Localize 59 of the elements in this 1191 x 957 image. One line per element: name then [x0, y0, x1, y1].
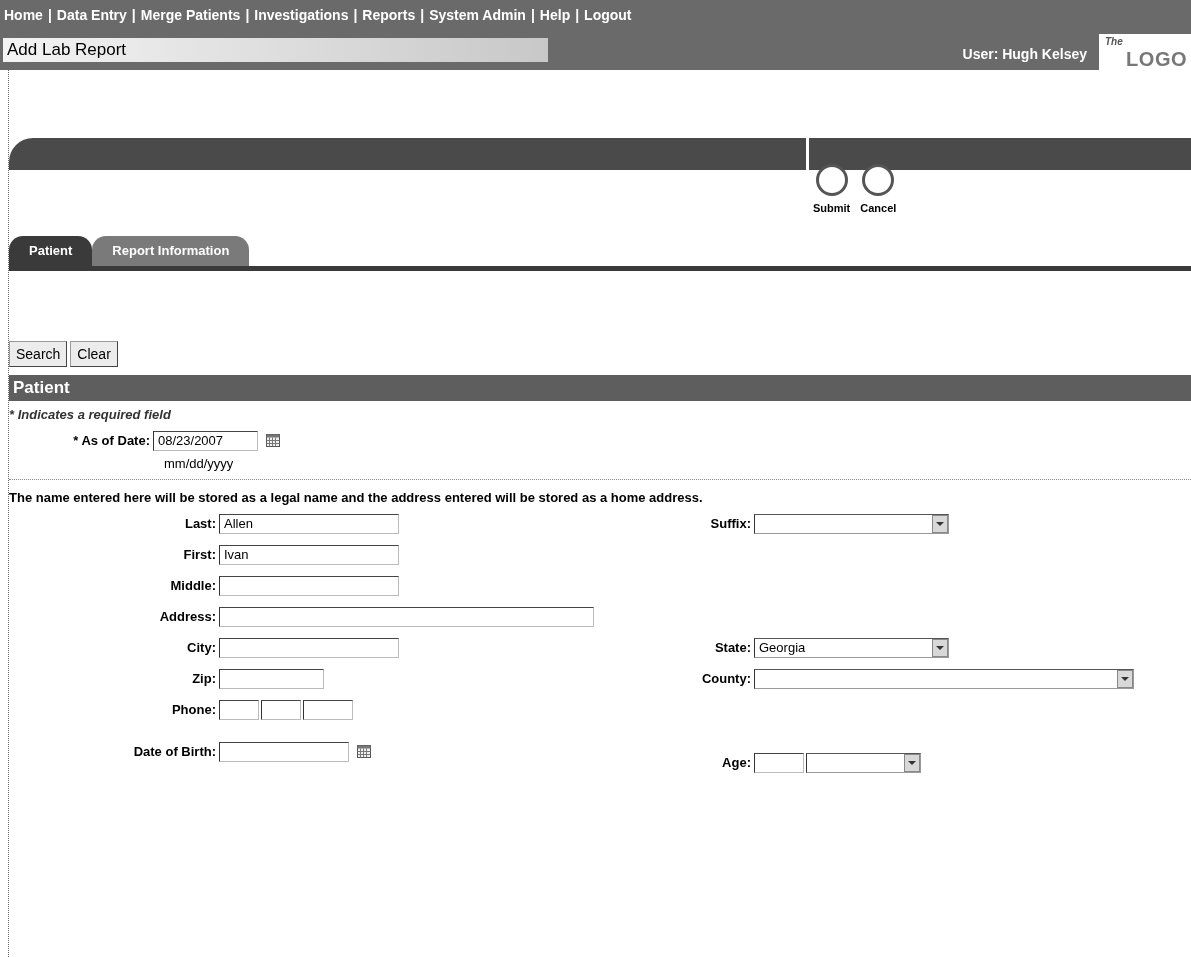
field-label: Middle: [169, 576, 217, 595]
nav-separator: | [244, 5, 251, 25]
text-field[interactable] [219, 668, 324, 689]
user-label: User: Hugh Kelsey [962, 44, 1087, 64]
field-label: Phone: [170, 700, 217, 719]
form-button[interactable]: Clear [70, 341, 118, 367]
field-label: State: [713, 638, 752, 657]
field-label: Suffix: [709, 514, 752, 533]
text-field[interactable] [261, 699, 301, 720]
text-field[interactable] [303, 699, 353, 720]
nav-link[interactable]: Merge Patients [140, 4, 241, 26]
logo: The LOGO [1099, 34, 1191, 72]
text-field[interactable] [219, 575, 399, 596]
field-label: First: [182, 545, 217, 564]
nav-separator: | [46, 5, 53, 25]
nav-separator: | [574, 5, 581, 25]
field-label: City: [186, 638, 217, 657]
form-button[interactable]: Search [9, 341, 68, 367]
nav-separator: | [130, 5, 137, 25]
dropdown-field[interactable] [754, 513, 949, 534]
nav-link[interactable]: Investigations [254, 4, 349, 26]
text-field[interactable] [219, 699, 259, 720]
field-label: Zip: [191, 669, 217, 688]
tab[interactable]: Patient [9, 236, 93, 266]
nav-link[interactable]: Data Entry [56, 4, 127, 26]
calendar-icon[interactable] [266, 434, 280, 447]
nav-separator: | [419, 5, 426, 25]
nav-separator: | [529, 5, 536, 25]
nav-separator: | [352, 5, 359, 25]
dropdown-field[interactable] [754, 668, 1134, 689]
dropdown-field[interactable]: Georgia [754, 637, 949, 658]
nav-link[interactable]: Reports [362, 4, 416, 26]
action-button[interactable]: Cancel [860, 164, 897, 235]
nav-link[interactable]: Logout [584, 4, 632, 26]
text-field[interactable] [754, 752, 804, 773]
text-field[interactable] [219, 637, 399, 658]
date-format-hint: mm/dd/yyyy [164, 454, 235, 473]
text-field[interactable]: Ivan [219, 544, 399, 565]
field-label: * As of Date: [72, 431, 151, 450]
field-label: Age: [721, 753, 752, 772]
field-label: Address: [158, 607, 217, 626]
required-note: * Indicates a required field [9, 406, 172, 424]
notice-text: The name entered here will be stored as a legal name and the address entered will be stored as a home address. [9, 489, 704, 507]
tab[interactable]: Report Information [92, 236, 250, 266]
nav-link[interactable]: Help [539, 4, 571, 26]
nav-link[interactable]: System Admin [429, 4, 526, 26]
field-label: County: [700, 669, 752, 688]
section-header: Patient [9, 375, 1191, 401]
page-title: Add Lab Report [3, 38, 548, 62]
dropdown-field[interactable] [806, 752, 921, 773]
nav-link[interactable]: Home [4, 4, 43, 26]
calendar-icon[interactable] [357, 745, 371, 758]
text-field[interactable]: 08/23/2007 [153, 430, 258, 451]
field-label: Date of Birth: [132, 742, 217, 761]
text-field[interactable] [219, 741, 349, 762]
field-label: Last: [183, 514, 217, 533]
text-field[interactable]: Allen [219, 513, 399, 534]
text-field[interactable] [219, 606, 594, 627]
action-button[interactable]: Submit [813, 164, 851, 235]
